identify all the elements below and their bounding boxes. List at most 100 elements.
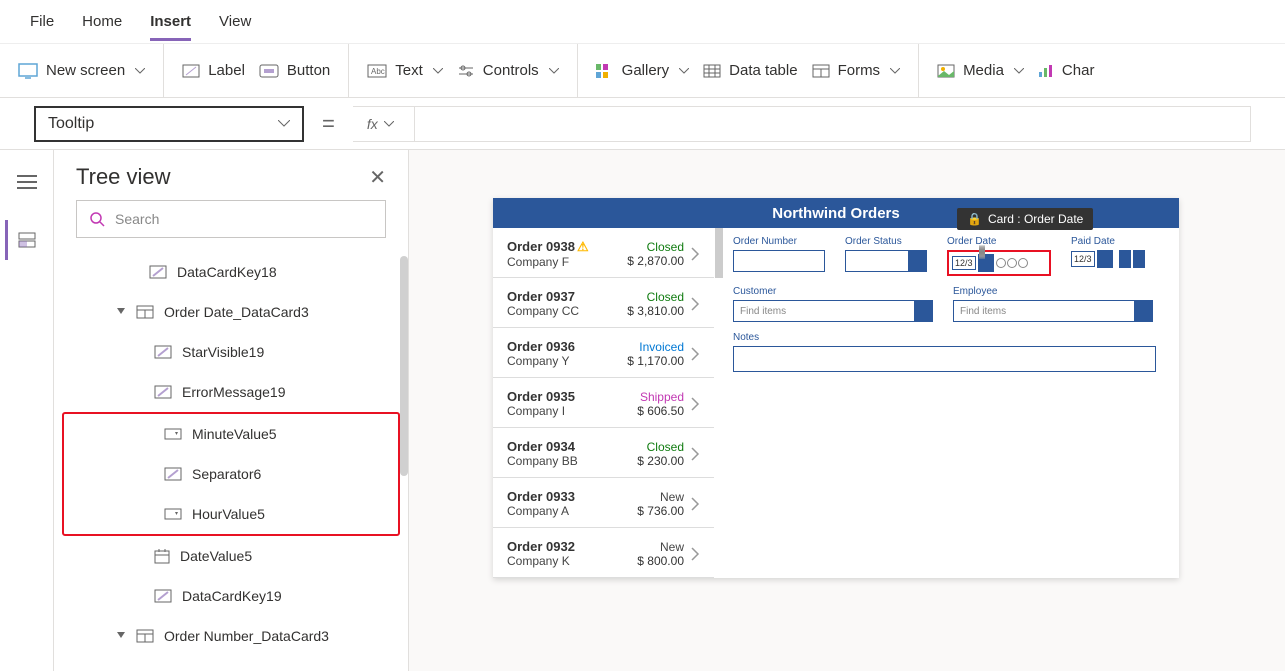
hamburger-button[interactable]: [7, 162, 47, 202]
chevron-down-icon: [384, 121, 394, 127]
tree-item[interactable]: Order Number_DataCard3: [54, 616, 408, 656]
order-row[interactable]: Order 0938⚠Company FClosed$ 2,870.00: [493, 228, 714, 278]
chevron-down-icon: [549, 68, 559, 74]
tree-item[interactable]: Separator6: [64, 454, 398, 494]
table-icon: [703, 64, 721, 78]
text-label: Text: [395, 62, 423, 79]
paid-date-input[interactable]: 12/3: [1071, 250, 1145, 268]
label-button[interactable]: Label: [182, 62, 245, 79]
label-icon: [164, 467, 182, 481]
calendar-icon[interactable]: [1097, 250, 1113, 268]
notes-label: Notes: [733, 332, 1156, 343]
status-badge: New: [606, 490, 684, 504]
company-name: Company Y: [507, 354, 606, 368]
media-button[interactable]: Media: [937, 62, 1024, 79]
order-id: Order 0936: [507, 339, 606, 354]
tree-item-label: StarVisible19: [182, 344, 264, 360]
menu-insert[interactable]: Insert: [150, 13, 191, 41]
notes-input[interactable]: [733, 346, 1156, 372]
order-row[interactable]: Order 0934Company BBClosed$ 230.00: [493, 428, 714, 478]
card-icon: [136, 305, 154, 319]
employee-combo[interactable]: Find items: [953, 300, 1153, 322]
chevron-down-icon: [679, 68, 689, 74]
new-screen-button[interactable]: New screen: [18, 62, 145, 79]
dropdown-icon: [164, 428, 182, 440]
tree-item[interactable]: DataCardKey18: [54, 252, 408, 292]
tree-view-button[interactable]: [5, 220, 45, 260]
property-select[interactable]: Tooltip: [34, 106, 304, 142]
tree-item-label: HourValue5: [192, 506, 265, 522]
tree-item[interactable]: StarVisible19: [54, 332, 408, 372]
button-control[interactable]: Button: [259, 62, 330, 79]
hour-select[interactable]: [1119, 250, 1131, 268]
order-row[interactable]: Order 0933Company ANew$ 736.00: [493, 478, 714, 528]
controls-label: Controls: [483, 62, 539, 79]
order-row[interactable]: Order 0935Company IShipped$ 606.50: [493, 378, 714, 428]
tree-item-label: Order Date_DataCard3: [164, 304, 309, 320]
date-icon: [154, 548, 170, 564]
tree-item-label: ErrorMessage19: [182, 384, 286, 400]
card-icon: [136, 629, 154, 643]
tree-item[interactable]: HourValue5: [64, 494, 398, 534]
canvas: Northwind Orders Order 0938⚠Company FClo…: [409, 150, 1285, 671]
tree-item[interactable]: Order Date_DataCard3: [54, 292, 408, 332]
company-name: Company A: [507, 504, 606, 518]
menu-bar: File Home Insert View: [0, 0, 1285, 44]
screen-icon: [18, 63, 38, 79]
combo-placeholder: Find items: [954, 306, 1134, 317]
list-scrollbar[interactable]: [715, 228, 723, 278]
controls-button[interactable]: Controls: [457, 62, 559, 79]
employee-label: Employee: [953, 286, 1153, 297]
tree-item[interactable]: MinuteValue5: [64, 414, 398, 454]
scrollbar[interactable]: [400, 256, 408, 476]
order-id: Order 0934: [507, 439, 606, 454]
menu-home[interactable]: Home: [82, 13, 122, 30]
datatable-button[interactable]: Data table: [703, 62, 797, 79]
label-icon: [154, 589, 172, 603]
gallery-button[interactable]: Gallery: [596, 62, 690, 79]
close-icon[interactable]: ✕: [369, 165, 386, 190]
tree-item[interactable]: DateValue5: [54, 536, 408, 576]
status-badge: Closed: [606, 240, 684, 254]
menu-file[interactable]: File: [30, 13, 54, 30]
chevron-right-icon: [690, 296, 700, 312]
forms-button[interactable]: Forms: [812, 62, 901, 79]
chart-icon: [1038, 64, 1054, 78]
menu-view[interactable]: View: [219, 13, 251, 30]
formula-input[interactable]: fx: [353, 106, 1251, 142]
text-button[interactable]: Abc Text: [367, 62, 443, 79]
order-status-select[interactable]: [845, 250, 927, 272]
chevron-right-icon: [690, 496, 700, 512]
tree-item[interactable]: ErrorMessage19: [54, 372, 408, 412]
chevron-down-icon: [135, 68, 145, 74]
tree-body: DataCardKey18 Order Date_DataCard3 StarVis…: [54, 252, 408, 671]
chart-button[interactable]: Char: [1038, 62, 1095, 79]
chevron-down-icon: [433, 68, 443, 74]
chevron-down-icon: [890, 68, 900, 74]
tooltip-text: Card : Order Date: [988, 212, 1083, 226]
tree-item-label: Order Number_DataCard3: [164, 628, 329, 644]
paid-date-value: 12/3: [1071, 251, 1095, 267]
order-row[interactable]: Order 0936Company YInvoiced$ 1,170.00: [493, 328, 714, 378]
order-form: Order Number Order Status 🔒 Card : Order…: [715, 228, 1179, 578]
order-id: Order 0933: [507, 489, 606, 504]
tree-item[interactable]: DataCardKey19: [54, 576, 408, 616]
order-price: $ 3,810.00: [606, 304, 684, 318]
order-number-input[interactable]: [733, 250, 825, 272]
search-input[interactable]: Search: [76, 200, 386, 238]
order-price: $ 606.50: [606, 404, 684, 418]
minute-select[interactable]: [1133, 250, 1145, 268]
left-rail: [0, 150, 54, 671]
customer-combo[interactable]: Find items: [733, 300, 933, 322]
company-name: Company CC: [507, 304, 606, 318]
tree-item-label: DataCardKey18: [177, 264, 277, 280]
order-row[interactable]: Order 0932Company KNew$ 800.00: [493, 528, 714, 578]
chevron-right-icon: [690, 346, 700, 362]
caret-icon: [116, 631, 126, 641]
order-id: Order 0932: [507, 539, 606, 554]
order-price: $ 1,170.00: [606, 354, 684, 368]
company-name: Company I: [507, 404, 606, 418]
order-date-card[interactable]: 12/3: [947, 250, 1051, 276]
company-name: Company F: [507, 255, 606, 269]
order-row[interactable]: Order 0937Company CCClosed$ 3,810.00: [493, 278, 714, 328]
